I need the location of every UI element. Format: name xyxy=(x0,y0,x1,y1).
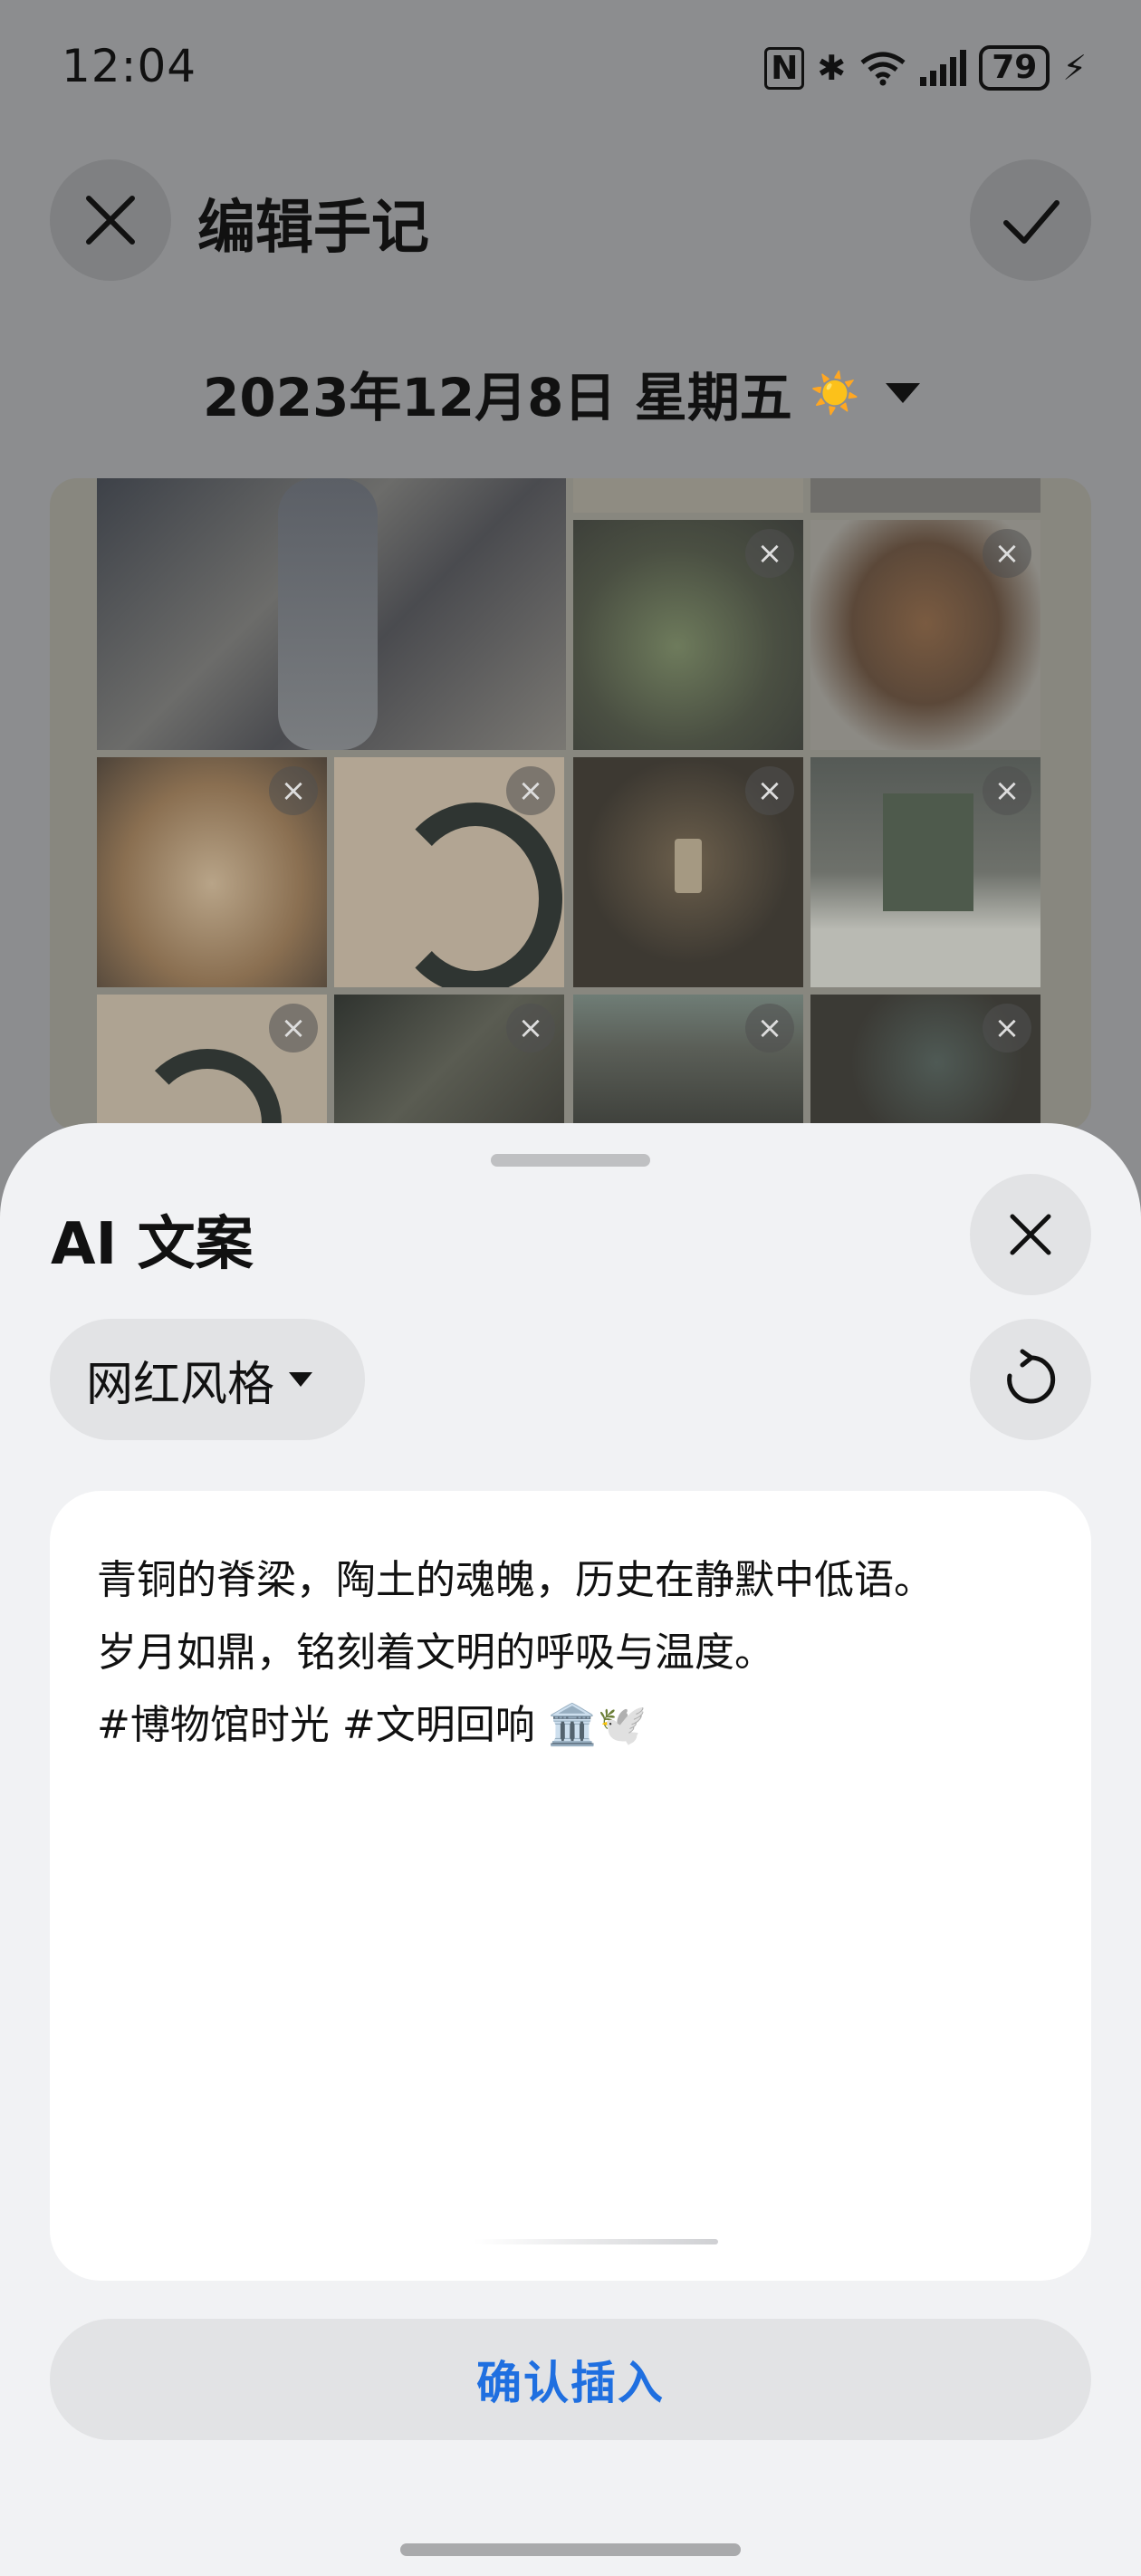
photo-item[interactable]: × xyxy=(573,757,803,987)
weather-icon: ☀️ xyxy=(810,370,860,417)
remove-photo-icon[interactable]: × xyxy=(745,1004,794,1053)
photo-item[interactable] xyxy=(573,478,803,513)
ai-text-line: #博物馆时光 #文明回响 🏛️🕊️ xyxy=(97,1702,647,1748)
check-icon xyxy=(1003,200,1060,244)
chevron-down-icon xyxy=(289,1372,313,1387)
remove-photo-icon[interactable]: × xyxy=(506,766,555,815)
photo-item[interactable]: × xyxy=(97,757,327,987)
page-title: 编辑手记 xyxy=(197,195,429,262)
remove-photo-icon[interactable]: × xyxy=(269,766,318,815)
remove-photo-icon[interactable]: × xyxy=(745,766,794,815)
close-sheet-button[interactable] xyxy=(970,1174,1091,1295)
generating-indicator xyxy=(474,2239,718,2244)
remove-photo-icon[interactable]: × xyxy=(983,1004,1031,1053)
confirm-insert-button[interactable]: 确认插入 xyxy=(50,2319,1091,2440)
remove-photo-icon[interactable]: × xyxy=(983,766,1031,815)
ai-text-line: 青铜的脊梁，陶土的魂魄，历史在静默中低语。 xyxy=(97,1557,934,1603)
photo-item[interactable]: × xyxy=(810,757,1040,987)
close-icon xyxy=(86,196,135,245)
sheet-title: AI 文案 xyxy=(51,1211,254,1278)
battery-level: 79 xyxy=(992,49,1038,86)
cellular-signal-icon xyxy=(920,50,967,86)
bluetooth-icon: ✱ xyxy=(817,48,847,88)
ai-text-line: 岁月如鼎，铭刻着文明的呼吸与温度。 xyxy=(97,1629,774,1676)
close-editor-button[interactable] xyxy=(50,159,171,281)
wifi-6-icon xyxy=(860,52,906,86)
triangle-down-icon xyxy=(885,383,920,403)
remove-photo-icon[interactable]: × xyxy=(745,529,794,578)
date-selector[interactable]: 2023年12月8日 星期五 ☀️ xyxy=(203,355,920,431)
photo-item[interactable]: × xyxy=(573,520,803,750)
sheet-grabber[interactable] xyxy=(491,1154,650,1167)
status-time: 12:04 xyxy=(62,40,197,92)
photo-item[interactable]: × xyxy=(810,520,1040,750)
photo-item[interactable]: × xyxy=(573,995,803,1130)
remove-photo-icon[interactable]: × xyxy=(506,1004,555,1053)
charging-icon: ⚡ xyxy=(1062,48,1087,88)
style-dropdown-label: 网红风格 xyxy=(86,1357,275,1412)
confirm-editor-button[interactable] xyxy=(970,159,1091,281)
close-icon xyxy=(1010,1214,1051,1255)
photo-grid: × × × × × × × × × × xyxy=(50,478,1091,1130)
date-label: 2023年12月8日 星期五 xyxy=(203,367,792,428)
photo-item[interactable] xyxy=(810,478,1040,513)
style-dropdown[interactable]: 网红风格 xyxy=(50,1319,365,1440)
battery-icon: 79 xyxy=(979,45,1050,91)
photo-item[interactable]: × xyxy=(810,995,1040,1130)
ai-text-area[interactable]: 青铜的脊梁，陶土的魂魄，历史在静默中低语。 岁月如鼎，铭刻着文明的呼吸与温度。 … xyxy=(50,1491,1091,2281)
remove-photo-icon[interactable]: × xyxy=(983,529,1031,578)
regenerate-button[interactable] xyxy=(970,1319,1091,1440)
photo-item[interactable]: × xyxy=(334,995,564,1130)
photo-item[interactable] xyxy=(97,478,566,750)
status-bar: 12:04 N ✱ 79 ⚡ xyxy=(0,0,1141,136)
home-indicator[interactable] xyxy=(400,2543,741,2556)
nfc-icon: N xyxy=(764,46,805,90)
photo-item[interactable]: × xyxy=(97,995,327,1130)
status-icons: N ✱ 79 ⚡ xyxy=(764,45,1087,91)
ai-copy-sheet: AI 文案 网红风格 青铜的脊梁，陶土的魂魄，历史在静默中低语。 岁月如鼎，铭刻… xyxy=(0,1123,1141,2576)
refresh-icon xyxy=(1007,1349,1056,1404)
photo-item[interactable]: × xyxy=(334,757,564,987)
remove-photo-icon[interactable]: × xyxy=(269,1004,318,1053)
